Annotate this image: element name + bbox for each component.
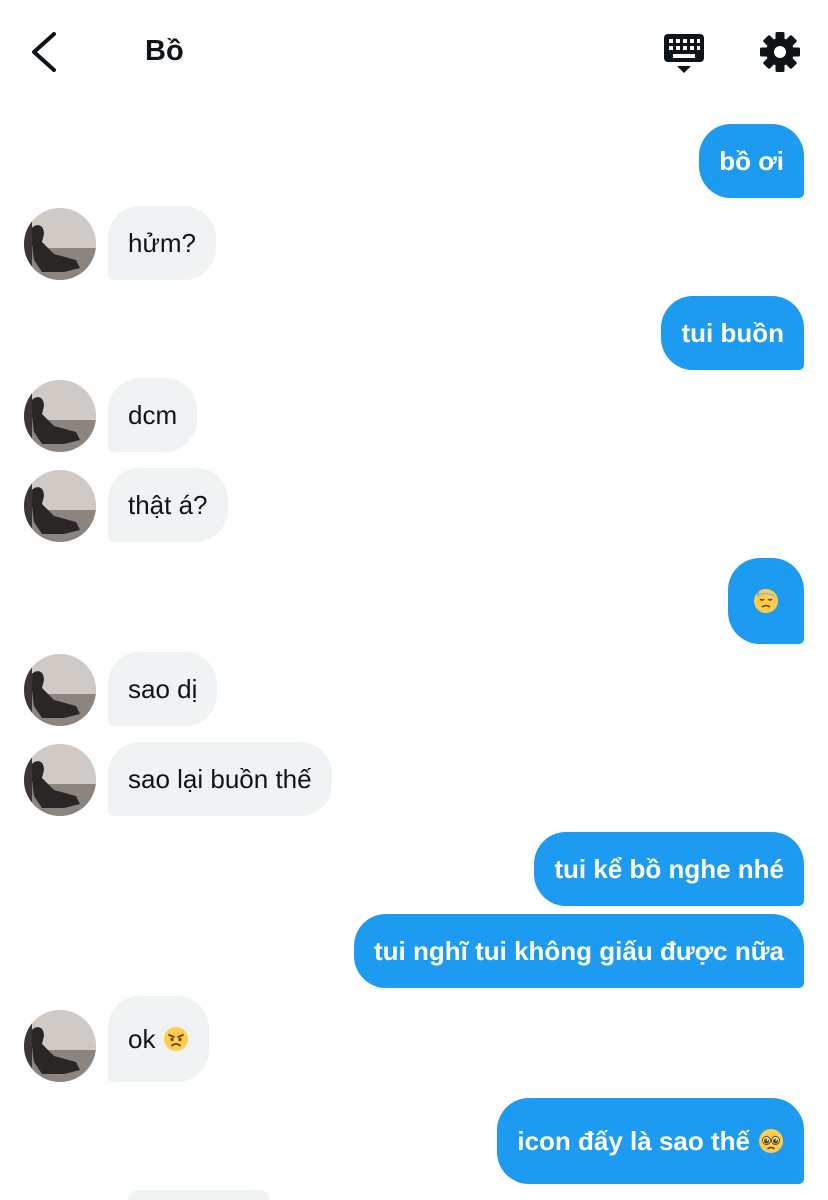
message-text: ok [128, 1024, 156, 1054]
message-bubble-outgoing[interactable]: icon đấy là sao thế [497, 1098, 804, 1184]
avatar[interactable] [24, 208, 96, 280]
conversation-title[interactable]: Bồ [145, 32, 184, 70]
message-bubble-outgoing[interactable]: tui kể bồ nghe nhé [534, 832, 804, 906]
message-bubble-outgoing[interactable]: tui buồn [661, 296, 804, 370]
avatar-photo [24, 1010, 96, 1082]
avatar-photo [24, 744, 96, 816]
avatar[interactable] [24, 380, 96, 452]
message-text: sao dị [128, 674, 198, 704]
downcast-sweat-face-icon [754, 589, 778, 613]
angry-face-icon [164, 1027, 189, 1051]
message-text: tui nghĩ tui không giấu được nữa [374, 936, 784, 966]
message-bubble-incoming[interactable]: sao dị [108, 652, 218, 726]
message-bubble-incoming[interactable]: thật á? [108, 468, 228, 542]
settings-button[interactable] [756, 28, 804, 76]
message-text: hửm? [128, 228, 196, 258]
conversation-header: Bồ [0, 0, 828, 104]
message-text: bồ ơi [719, 146, 784, 176]
avatar-photo [24, 208, 96, 280]
message-text: tui kể bồ nghe nhé [554, 854, 784, 884]
message-bubble-outgoing[interactable]: bồ ơi [699, 124, 804, 198]
message-bubble-outgoing[interactable] [728, 558, 804, 644]
keyboard-toggle-button[interactable] [658, 30, 710, 78]
gear-icon [760, 32, 800, 72]
message-text: sao lại buồn thế [128, 764, 312, 794]
avatar-photo [24, 654, 96, 726]
avatar-photo [24, 380, 96, 452]
message-bubble-incoming[interactable]: sao lại buồn thế [108, 742, 332, 816]
avatar[interactable] [24, 1010, 96, 1082]
message-bubble-incoming[interactable] [128, 1190, 270, 1200]
message-bubble-incoming[interactable]: hửm? [108, 206, 216, 280]
message-text: dcm [128, 400, 178, 430]
avatar[interactable] [24, 744, 96, 816]
message-bubble-incoming[interactable]: ok [108, 996, 210, 1082]
message-bubble-outgoing[interactable]: tui nghĩ tui không giấu được nữa [354, 914, 804, 988]
back-arrow-icon [32, 32, 56, 72]
avatar-photo [24, 470, 96, 542]
message-bubble-incoming[interactable]: dcm [108, 378, 198, 452]
message-text: thật á? [128, 490, 208, 520]
message-text: tui buồn [681, 318, 784, 348]
back-button[interactable] [22, 26, 66, 78]
avatar[interactable] [24, 654, 96, 726]
pleading-face-icon [759, 1129, 783, 1153]
message-text: icon đấy là sao thế [517, 1126, 750, 1156]
avatar[interactable] [24, 470, 96, 542]
keyboard-icon [664, 34, 704, 73]
